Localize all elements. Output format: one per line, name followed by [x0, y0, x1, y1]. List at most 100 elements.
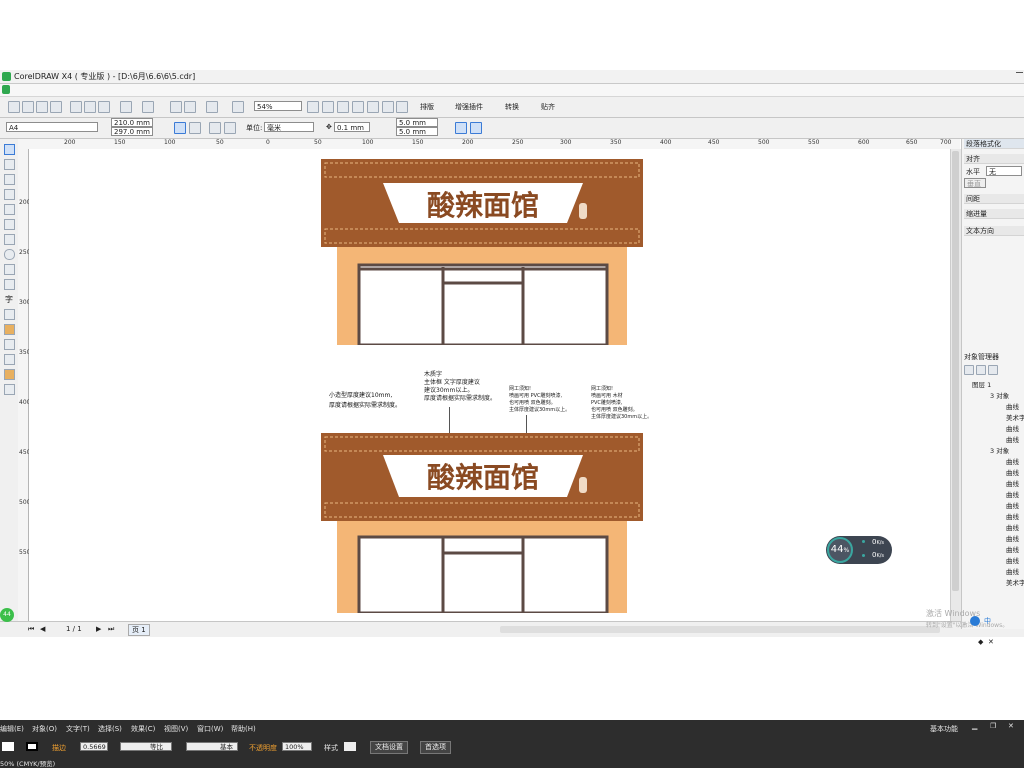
shape-tool-icon[interactable]: [4, 159, 15, 170]
page-tab[interactable]: 页 1: [128, 624, 150, 636]
new-file-icon[interactable]: [8, 101, 20, 113]
application-launcher-icon[interactable]: [206, 101, 218, 113]
obj-item[interactable]: 曲线: [1006, 566, 1019, 576]
zoom-level-select[interactable]: 54%: [254, 101, 302, 111]
vertical-align-field[interactable]: 垂直: [964, 178, 986, 188]
table-tool-icon[interactable]: [4, 309, 15, 320]
layout-plugin-button[interactable]: 排版: [420, 102, 434, 112]
obj-item[interactable]: 曲线: [1006, 555, 1019, 565]
page-size-select[interactable]: A4: [6, 122, 98, 132]
page-width-field[interactable]: 210.0 mm: [111, 118, 153, 127]
obj-item[interactable]: 曲线: [1006, 456, 1019, 466]
document-icon[interactable]: [2, 85, 10, 94]
unit-select[interactable]: 毫米: [264, 122, 314, 132]
obj-item[interactable]: 曲线: [1006, 434, 1019, 444]
document-settings-button[interactable]: 文档设置: [370, 741, 408, 754]
crop-tool-icon[interactable]: [4, 174, 15, 185]
smart-fill-tool-icon[interactable]: [4, 219, 15, 230]
treat-as-filled-icon[interactable]: [455, 122, 467, 134]
import-icon[interactable]: [170, 101, 182, 113]
no-color-icon[interactable]: ✕: [988, 638, 994, 646]
vertical-ruler[interactable]: 200 250 300 350 400 450 500 550: [18, 149, 30, 627]
document-status-tab[interactable]: 50% (CMYK/预览): [0, 758, 55, 768]
input-method-icon[interactable]: [970, 616, 980, 626]
menu-effect[interactable]: 效果(C): [131, 724, 155, 734]
export-icon[interactable]: [184, 101, 196, 113]
first-page-icon[interactable]: ⏮: [28, 625, 34, 634]
obj-item[interactable]: 美术字: [1006, 412, 1024, 422]
zoom-width-icon[interactable]: [382, 101, 394, 113]
obj-item[interactable]: 曲线: [1006, 511, 1019, 521]
opacity-field[interactable]: 100%: [282, 742, 312, 751]
text-tool-icon[interactable]: 字: [5, 294, 13, 305]
copy-icon[interactable]: [84, 101, 96, 113]
enhance-plugin-button[interactable]: 增强插件: [455, 102, 483, 112]
restore-icon[interactable]: ❐: [990, 722, 996, 730]
freehand-tool-icon[interactable]: [4, 204, 15, 215]
stroke-swatch[interactable]: [26, 742, 38, 751]
menu-text[interactable]: 文字(T): [66, 724, 90, 734]
align-section[interactable]: 对齐: [964, 154, 1024, 164]
obj-item[interactable]: 曲线: [1006, 478, 1019, 488]
minimize-icon[interactable]: [1016, 72, 1023, 73]
text-direction-section[interactable]: 文本方向: [964, 226, 1024, 236]
interactive-tool-icon[interactable]: [4, 384, 15, 395]
style-swatch[interactable]: [344, 742, 356, 751]
obj-item[interactable]: 曲线: [1006, 423, 1019, 433]
zoom-out-icon[interactable]: [322, 101, 334, 113]
convert-button[interactable]: 转换: [505, 102, 519, 112]
color-palette-icon[interactable]: ◆: [978, 638, 983, 646]
undo-icon[interactable]: [120, 101, 132, 113]
horizontal-scrollbar[interactable]: [500, 626, 940, 633]
obj-item[interactable]: 曲线: [1006, 544, 1019, 554]
duplicate-x-field[interactable]: 5.0 mm: [396, 118, 438, 127]
last-page-icon[interactable]: ⏭: [108, 625, 114, 634]
print-icon[interactable]: [50, 101, 62, 113]
next-page-icon[interactable]: ▶: [96, 625, 101, 633]
spacing-section[interactable]: 间距: [964, 194, 1024, 204]
stroke-profile-select[interactable]: 等比: [120, 742, 172, 751]
zoom-height-icon[interactable]: [396, 101, 408, 113]
preferences-button[interactable]: 首选项: [420, 741, 451, 754]
obj-item[interactable]: 美术字: [1006, 577, 1024, 587]
network-speed-widget[interactable]: 44% 0K/s 0K/s: [826, 536, 892, 564]
minimize-icon[interactable]: ▁: [972, 722, 977, 730]
basic-shapes-tool-icon[interactable]: [4, 279, 15, 290]
obj-item[interactable]: 曲线: [1006, 533, 1019, 543]
snap-to-objects-icon[interactable]: [470, 122, 482, 134]
vertical-scrollbar[interactable]: [950, 149, 961, 627]
horizontal-align-select[interactable]: 无: [986, 166, 1022, 176]
redo-icon[interactable]: [142, 101, 154, 113]
obj-item[interactable]: 3 对象: [990, 445, 1009, 455]
zoom-in-icon[interactable]: [307, 101, 319, 113]
ellipse-tool-icon[interactable]: [4, 249, 15, 260]
interactive-fill-tool-icon[interactable]: [4, 324, 15, 335]
eyedropper-tool-icon[interactable]: [4, 339, 15, 350]
save-icon[interactable]: [36, 101, 48, 113]
drawing-canvas[interactable]: 酸辣面馆 小造型厚度建议10mm, 厚度请根据实际需求制度。 木质字 主体框 文…: [29, 149, 960, 627]
menu-help[interactable]: 帮助(H): [231, 724, 256, 734]
paste-icon[interactable]: [98, 101, 110, 113]
page-height-field[interactable]: 297.0 mm: [111, 127, 153, 136]
prev-page-icon[interactable]: ◀: [40, 625, 45, 633]
zoom-selected-icon[interactable]: [337, 101, 349, 113]
layer-options-icon[interactable]: [964, 365, 974, 375]
rectangle-tool-icon[interactable]: [4, 234, 15, 245]
zoom-all-icon[interactable]: [352, 101, 364, 113]
scroll-thumb[interactable]: [952, 151, 959, 591]
show-properties-icon[interactable]: [976, 365, 986, 375]
obj-item[interactable]: 曲线: [1006, 522, 1019, 532]
fill-swatch[interactable]: [2, 742, 14, 751]
outline-tool-icon[interactable]: [4, 354, 15, 365]
nudge-distance-field[interactable]: 0.1 mm: [334, 122, 370, 132]
menu-view[interactable]: 视图(V): [164, 724, 188, 734]
menu-window[interactable]: 窗口(W): [197, 724, 223, 734]
obj-item[interactable]: 3 对象: [990, 390, 1009, 400]
stroke-width-field[interactable]: 0.5669: [80, 742, 108, 751]
brush-style-select[interactable]: 基本: [186, 742, 238, 751]
zoom-page-icon[interactable]: [367, 101, 379, 113]
duplicate-y-field[interactable]: 5.0 mm: [396, 127, 438, 136]
obj-item[interactable]: 曲线: [1006, 500, 1019, 510]
edit-across-layers-icon[interactable]: [988, 365, 998, 375]
storefront-design-bottom[interactable]: 酸辣面馆: [321, 433, 643, 613]
